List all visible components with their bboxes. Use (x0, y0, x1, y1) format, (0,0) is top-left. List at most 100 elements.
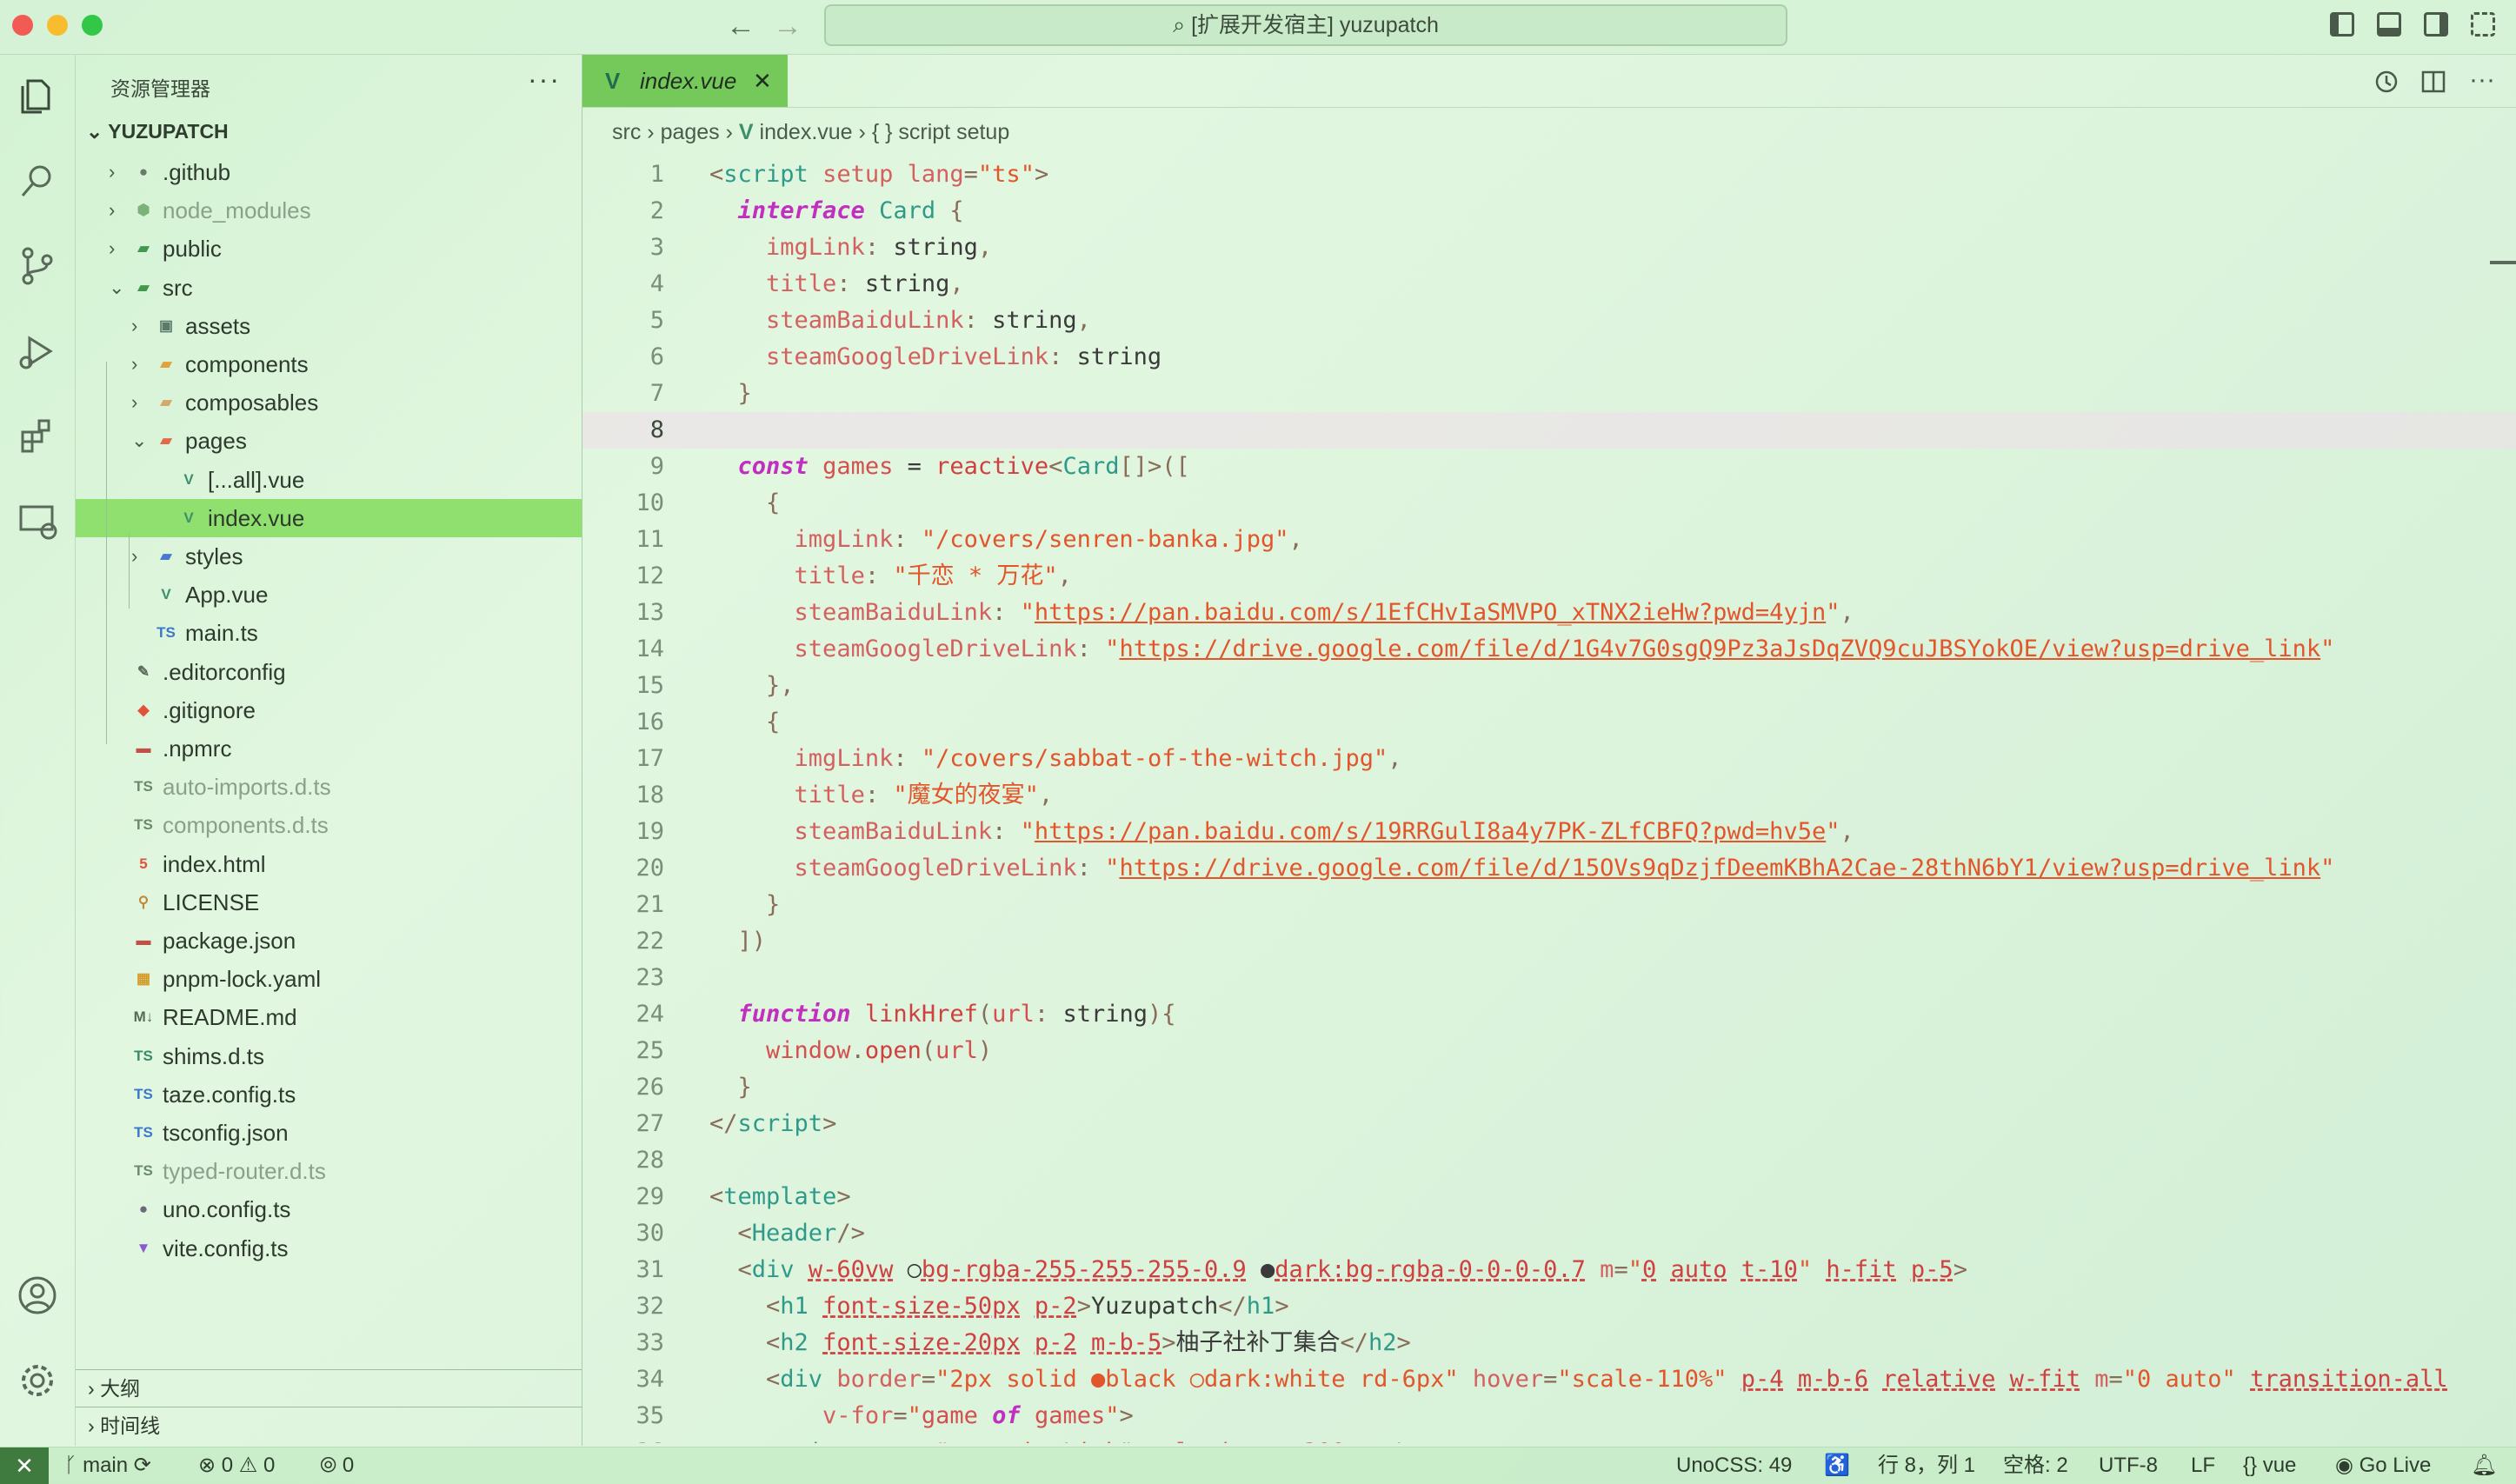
notifications-bell-icon[interactable]: 🔔︎ (2471, 1447, 2497, 1484)
code-line[interactable]: 16 { (582, 704, 2516, 741)
accounts-icon[interactable] (16, 1274, 59, 1317)
tree-item[interactable]: ▬ .npmrc (76, 729, 582, 768)
code-line[interactable]: 35 v-for="game of games"> (582, 1398, 2516, 1434)
branch-indicator[interactable]: ᚴ main ⟳ (64, 1447, 151, 1484)
tree-item[interactable]: TS main.ts (76, 614, 582, 652)
ports-indicator[interactable]: ⦾ 0 (320, 1447, 354, 1484)
code-line[interactable]: 20 steamGoogleDriveLink: "https://drive.… (582, 850, 2516, 887)
code-line[interactable]: 13 steamBaiduLink: "https://pan.baidu.co… (582, 595, 2516, 631)
tree-item[interactable]: › ▰ public (76, 230, 582, 268)
breadcrumb-item[interactable]: src (612, 120, 641, 144)
tree-item[interactable]: TS tsconfig.json (76, 1114, 582, 1152)
more-actions-icon[interactable]: ··· (528, 63, 561, 96)
tree-item[interactable]: › ▰ composables (76, 383, 582, 422)
code-line[interactable]: 27 </script> (582, 1106, 2516, 1142)
tree-item[interactable]: TS auto-imports.d.ts (76, 768, 582, 806)
code-line[interactable]: 15 }, (582, 668, 2516, 704)
eol-status[interactable]: LF (2191, 1447, 2215, 1484)
tree-item[interactable]: ◆ .gitignore (76, 691, 582, 729)
close-window-button[interactable] (12, 15, 33, 36)
more-actions-icon[interactable]: ··· (2469, 67, 2495, 95)
tree-item[interactable]: ⌄ ▰ src (76, 269, 582, 307)
code-line[interactable]: 26 } (582, 1069, 2516, 1106)
code-line[interactable]: 10 { (582, 485, 2516, 522)
tree-item[interactable]: V App.vue (76, 576, 582, 614)
code-line[interactable]: 31 <div w-60vw ○bg-rgba-255-255-255-0.9 … (582, 1252, 2516, 1288)
code-line[interactable]: 23 (582, 960, 2516, 996)
code-line[interactable]: 19 steamBaiduLink: "https://pan.baidu.co… (582, 814, 2516, 850)
code-line[interactable]: 33 <h2 font-size-20px p-2 m-b-5>柚子社补丁集合<… (582, 1325, 2516, 1361)
code-line[interactable]: 12 title: "千恋 * 万花", (582, 558, 2516, 595)
tree-item[interactable]: ⚲ LICENSE (76, 883, 582, 922)
tree-item[interactable]: › ⬢ node_modules (76, 191, 582, 230)
tree-item[interactable]: › ▣ assets (76, 307, 582, 345)
code-line[interactable]: 3 imgLink: string, (582, 230, 2516, 266)
code-line[interactable]: 9 const games = reactive<Card[]>([ (582, 449, 2516, 485)
encoding-status[interactable]: UTF-8 (2099, 1447, 2158, 1484)
breadcrumb-item[interactable]: index.vue (760, 120, 853, 144)
code-line[interactable]: 21 } (582, 887, 2516, 923)
close-icon[interactable]: ✕ (753, 55, 772, 107)
code-line[interactable]: 34 <div border="2px solid ●black ○dark:w… (582, 1361, 2516, 1398)
code-line[interactable]: 29 <template> (582, 1179, 2516, 1215)
tree-item[interactable]: V [...all].vue (76, 461, 582, 499)
breadcrumb-item[interactable]: { } script setup (872, 120, 1009, 144)
outline-section[interactable]: › 大纲 (76, 1369, 582, 1407)
tree-item[interactable]: › ● .github (76, 153, 582, 191)
tree-item[interactable]: ⌄ ▰ pages (76, 422, 582, 460)
breadcrumb-item[interactable]: pages (661, 120, 720, 144)
tab-index-vue[interactable]: V index.vue ✕ (582, 55, 788, 107)
tree-item[interactable]: › ▰ styles (76, 537, 582, 576)
tree-item[interactable]: TS taze.config.ts (76, 1075, 582, 1114)
accessibility-icon[interactable]: ♿ (1824, 1447, 1850, 1484)
tree-item[interactable]: ▬ package.json (76, 922, 582, 960)
code-line[interactable]: 25 window.open(url) (582, 1033, 2516, 1069)
code-line[interactable]: 36 <img :src="game.imgLink" relative w-3… (582, 1434, 2516, 1443)
tree-item[interactable]: ▦ pnpm-lock.yaml (76, 960, 582, 998)
command-center-search[interactable]: ⌕ [扩展开发宿主] yuzupatch (824, 4, 1787, 46)
code-line[interactable]: 24 function linkHref(url: string){ (582, 996, 2516, 1033)
code-line[interactable]: 17 imgLink: "/covers/sabbat-of-the-witch… (582, 741, 2516, 777)
language-mode[interactable]: {} vue (2243, 1447, 2296, 1484)
remote-explorer-icon[interactable] (16, 500, 59, 543)
scrollbar-marker[interactable] (2490, 261, 2516, 264)
tree-item[interactable]: ✎ .editorconfig (76, 653, 582, 691)
forward-arrow-icon[interactable]: → (770, 10, 805, 42)
tree-item[interactable]: › ▰ components (76, 345, 582, 383)
maximize-window-button[interactable] (82, 15, 103, 36)
tree-item[interactable]: M↓ README.md (76, 998, 582, 1036)
tree-item[interactable]: TS components.d.ts (76, 806, 582, 844)
minimize-window-button[interactable] (47, 15, 68, 36)
settings-gear-icon[interactable] (16, 1359, 59, 1402)
toggle-panel-icon[interactable] (2377, 12, 2401, 37)
remote-indicator-icon[interactable]: ✕ (0, 1447, 49, 1484)
code-line[interactable]: 8 (582, 412, 2516, 449)
customize-layout-icon[interactable] (2471, 12, 2495, 37)
code-line[interactable]: 4 title: string, (582, 266, 2516, 303)
code-line[interactable]: 30 <Header/> (582, 1215, 2516, 1252)
split-editor-icon[interactable] (2420, 69, 2446, 95)
unocss-status[interactable]: UnoCSS: 49 (1676, 1447, 1792, 1484)
code-line[interactable]: 7 } (582, 376, 2516, 412)
back-arrow-icon[interactable]: ← (723, 10, 758, 42)
code-line[interactable]: 22 ]) (582, 923, 2516, 960)
run-debug-icon[interactable] (16, 329, 59, 373)
code-line[interactable]: 6 steamGoogleDriveLink: string (582, 339, 2516, 376)
code-line[interactable]: 28 (582, 1142, 2516, 1179)
indentation-status[interactable]: 空格: 2 (2003, 1447, 2068, 1484)
tree-item[interactable]: 5 index.html (76, 845, 582, 883)
code-line[interactable]: 2 interface Card { (582, 193, 2516, 230)
go-live-button[interactable]: ◉ Go Live (2335, 1447, 2431, 1484)
timeline-history-icon[interactable] (2373, 69, 2400, 95)
toggle-primary-sidebar-icon[interactable] (2330, 12, 2354, 37)
problems-indicator[interactable]: ⊗ 0 ⚠ 0 (198, 1447, 275, 1484)
timeline-section[interactable]: › 时间线 (76, 1407, 582, 1444)
tree-item[interactable]: TS shims.d.ts (76, 1037, 582, 1075)
code-line[interactable]: 5 steamBaiduLink: string, (582, 303, 2516, 339)
tree-item[interactable]: Vindex.vue (76, 498, 582, 537)
code-line[interactable]: 32 <h1 font-size-50px p-2>Yuzupatch</h1> (582, 1288, 2516, 1325)
search-icon[interactable] (16, 159, 59, 203)
code-line[interactable]: 11 imgLink: "/covers/senren-banka.jpg", (582, 522, 2516, 558)
explorer-icon[interactable] (16, 74, 59, 117)
tree-item[interactable]: ● uno.config.ts (76, 1190, 582, 1228)
